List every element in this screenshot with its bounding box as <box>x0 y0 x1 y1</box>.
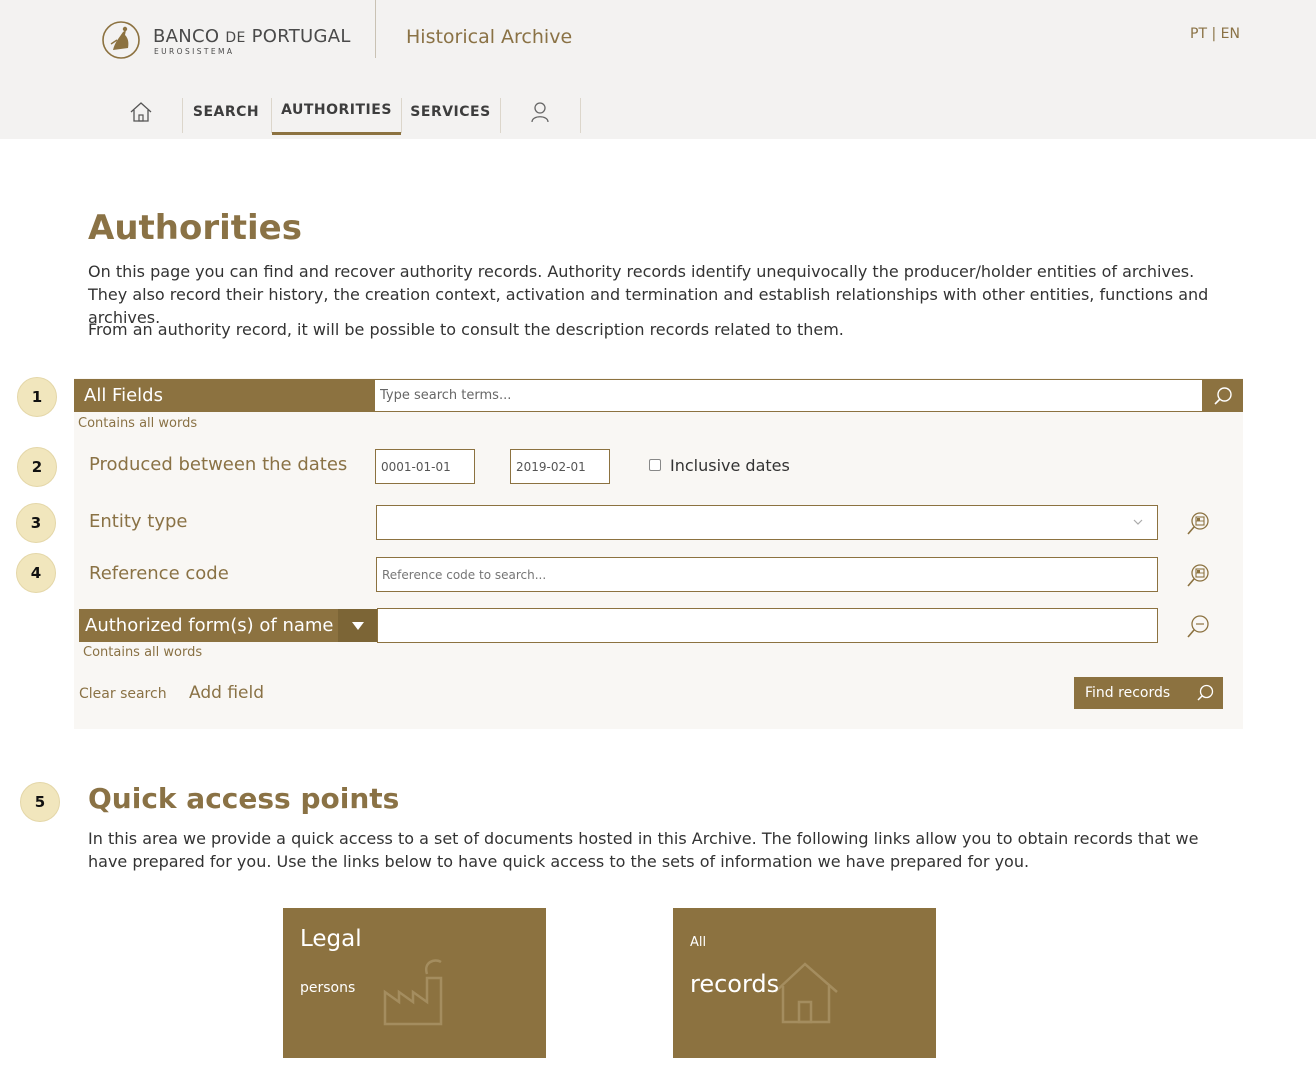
date-to-input[interactable] <box>510 449 610 484</box>
site-header: BANCO DE PORTUGAL EUROSISTEMA Historical… <box>0 0 1316 139</box>
lang-separator: | <box>1207 26 1221 42</box>
all-fields-search-button[interactable] <box>1202 379 1243 412</box>
all-fields-hint: Contains all words <box>78 416 198 431</box>
clear-search-link[interactable]: Clear search <box>79 686 167 702</box>
find-records-label: Find records <box>1085 685 1171 701</box>
chevron-down-icon <box>1133 519 1143 525</box>
factory-icon <box>383 959 443 1026</box>
caret-down-icon <box>351 621 364 630</box>
tile-title: records <box>690 970 780 998</box>
date-from-input[interactable] <box>375 449 475 484</box>
home-icon <box>130 101 152 122</box>
lang-en-link[interactable]: EN <box>1221 26 1240 42</box>
entity-type-label: Entity type <box>89 511 188 532</box>
search-icon <box>1197 684 1214 701</box>
logo-wordmark: BANCO DE PORTUGAL <box>153 26 351 47</box>
nav-separator <box>580 98 581 133</box>
page-title: Authorities <box>88 208 302 248</box>
search-icon <box>1213 386 1232 405</box>
site-title[interactable]: Historical Archive <box>406 26 572 48</box>
nav-user[interactable] <box>501 88 579 135</box>
add-field-link[interactable]: Add field <box>189 683 264 703</box>
banco-de-portugal-logo[interactable]: BANCO DE PORTUGAL EUROSISTEMA <box>101 18 351 60</box>
user-icon <box>531 101 549 122</box>
quick-access-tile-legal-persons[interactable]: Legal persons <box>283 908 546 1058</box>
authorized-name-field-label[interactable]: Authorized form(s) of name <box>79 609 338 642</box>
all-fields-search-input[interactable] <box>374 379 1203 412</box>
browse-list-icon[interactable] <box>1185 561 1213 589</box>
reference-code-input[interactable] <box>376 557 1158 592</box>
nav-authorities[interactable]: AUTHORITIES <box>272 88 401 135</box>
logo-subtitle: EUROSISTEMA <box>154 47 235 56</box>
browse-list-icon[interactable] <box>1185 509 1213 537</box>
intro-paragraph-2: From an authority record, it will be pos… <box>88 320 844 339</box>
remove-field-icon[interactable] <box>1185 612 1213 640</box>
nav-home[interactable] <box>112 88 170 135</box>
quick-access-title: Quick access points <box>88 782 400 815</box>
language-switcher: PT | EN <box>1190 26 1240 42</box>
callout-badge-1: 1 <box>17 377 57 417</box>
callout-badge-5: 5 <box>20 782 60 822</box>
tile-subtitle: All <box>690 935 707 950</box>
tile-title: Legal <box>300 926 362 952</box>
find-records-button[interactable]: Find records <box>1074 677 1223 709</box>
dates-label: Produced between the dates <box>89 454 348 475</box>
quick-access-tile-all-records[interactable]: All records <box>673 908 936 1058</box>
house-icon <box>774 962 838 1024</box>
authorized-name-input[interactable] <box>377 608 1158 643</box>
nav-search[interactable]: SEARCH <box>183 88 269 135</box>
intro-paragraph: On this page you can find and recover au… <box>88 262 1209 327</box>
field-type-dropdown-button[interactable] <box>338 609 377 642</box>
quick-access-description: In this area we provide a quick access t… <box>88 829 1199 871</box>
reference-code-label: Reference code <box>89 563 229 584</box>
inclusive-dates-label[interactable]: Inclusive dates <box>670 456 790 475</box>
callout-badge-4: 4 <box>16 553 56 593</box>
callout-badge-2: 2 <box>17 447 57 487</box>
inclusive-dates-checkbox[interactable] <box>649 459 661 471</box>
tile-subtitle: persons <box>300 980 356 996</box>
authorized-name-hint: Contains all words <box>83 645 203 660</box>
lang-pt-link[interactable]: PT <box>1190 26 1207 42</box>
search-panel <box>74 378 1243 729</box>
logo-emblem-icon <box>102 21 140 59</box>
header-divider <box>375 0 376 58</box>
all-fields-label: All Fields <box>74 379 374 412</box>
nav-services[interactable]: SERVICES <box>402 88 499 135</box>
entity-type-select[interactable] <box>376 505 1158 540</box>
callout-badge-3: 3 <box>16 503 56 543</box>
